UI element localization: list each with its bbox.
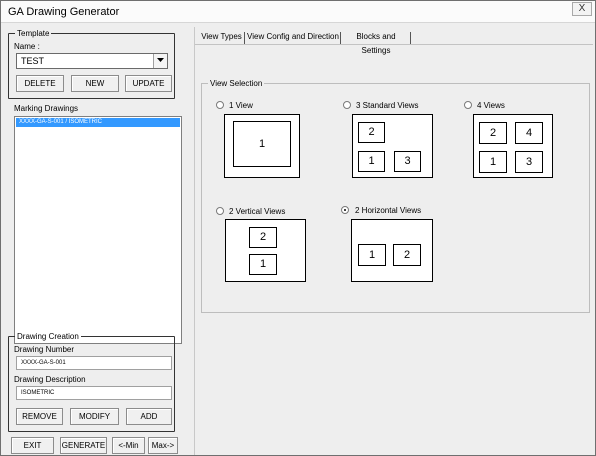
tab-view-types[interactable]: View Types: [199, 30, 244, 45]
delete-button[interactable]: DELETE: [16, 75, 64, 92]
close-icon: X: [578, 3, 586, 14]
marking-drawings-label: Marking Drawings: [14, 104, 79, 113]
drawing-description-label: Drawing Description: [14, 375, 86, 384]
template-name-value: TEST: [21, 56, 45, 66]
view-box: 2: [249, 227, 277, 248]
new-button[interactable]: NEW: [71, 75, 119, 92]
view-box: 2: [479, 122, 507, 144]
tab-blocks-and-settings[interactable]: Blocks and Settings: [342, 30, 410, 55]
view-selection-legend: View Selection: [210, 79, 263, 88]
radio-2-horizontal-views[interactable]: [341, 206, 349, 214]
drawing-description-field[interactable]: ISOMETRIC: [16, 386, 172, 400]
drawing-number-label: Drawing Number: [14, 345, 75, 354]
update-button[interactable]: UPDATE: [125, 75, 172, 92]
tab-divider: [340, 32, 341, 44]
radio-1-view[interactable]: [216, 101, 224, 109]
view-box: 4: [515, 122, 543, 144]
list-item[interactable]: XXXX-GA-S-001 / ISOMETRIC: [16, 118, 180, 127]
chevron-down-icon[interactable]: [153, 54, 167, 68]
radio-2-vertical-views[interactable]: [216, 207, 224, 215]
max-button[interactable]: Max->: [148, 437, 178, 454]
view-types-page: View Selection 1 View 1 3 Standard Views…: [195, 44, 593, 455]
right-panel: View Types View Config and Direction Blo…: [194, 27, 593, 455]
option-label: 4 Views: [477, 101, 505, 110]
add-button[interactable]: ADD: [126, 408, 172, 425]
view-box: 1: [233, 121, 291, 167]
option-label: 2 Vertical Views: [229, 207, 286, 216]
view-box: 1: [358, 151, 385, 172]
app-window: GA Drawing Generator X Template Name : T…: [0, 0, 596, 456]
drawing-number-field[interactable]: XXXX-GA-S-001: [16, 356, 172, 370]
view-box: 1: [479, 151, 507, 173]
marking-drawings-list[interactable]: XXXX-GA-S-001 / ISOMETRIC: [14, 116, 182, 344]
option-label: 3 Standard Views: [356, 101, 419, 110]
drawing-creation-legend: Drawing Creation: [17, 332, 79, 341]
modify-button[interactable]: MODIFY: [70, 408, 119, 425]
window-title: GA Drawing Generator: [8, 6, 120, 18]
layout-preview[interactable]: 2 1: [225, 219, 306, 282]
generate-button[interactable]: GENERATE: [60, 437, 107, 454]
exit-button[interactable]: EXIT: [11, 437, 54, 454]
radio-3-standard-views[interactable]: [343, 101, 351, 109]
view-box: 1: [358, 244, 386, 266]
layout-preview[interactable]: 2 1 3: [352, 114, 433, 178]
view-box: 2: [358, 122, 385, 143]
layout-preview[interactable]: 1: [224, 114, 300, 178]
name-label: Name :: [14, 42, 40, 51]
view-box: 1: [249, 254, 277, 275]
tab-view-config-and-direction[interactable]: View Config and Direction: [246, 30, 340, 45]
view-box: 2: [393, 244, 421, 266]
min-button[interactable]: <-Min: [112, 437, 145, 454]
title-bar: GA Drawing Generator X: [1, 1, 595, 23]
layout-preview[interactable]: 2 4 1 3: [473, 114, 553, 178]
option-label: 1 View: [229, 101, 253, 110]
radio-4-views[interactable]: [464, 101, 472, 109]
option-label: 2 Horizontal Views: [355, 206, 422, 215]
tab-divider: [244, 32, 245, 44]
close-button[interactable]: X: [572, 2, 592, 16]
remove-button[interactable]: REMOVE: [16, 408, 63, 425]
view-box: 3: [515, 151, 543, 173]
tab-divider: [410, 32, 411, 44]
left-panel: Template Name : TEST DELETE NEW UPDATE M…: [8, 27, 182, 455]
view-box: 3: [394, 151, 421, 172]
template-legend: Template: [17, 29, 50, 38]
template-name-combo[interactable]: TEST: [16, 53, 168, 69]
layout-preview[interactable]: 1 2: [351, 219, 433, 282]
